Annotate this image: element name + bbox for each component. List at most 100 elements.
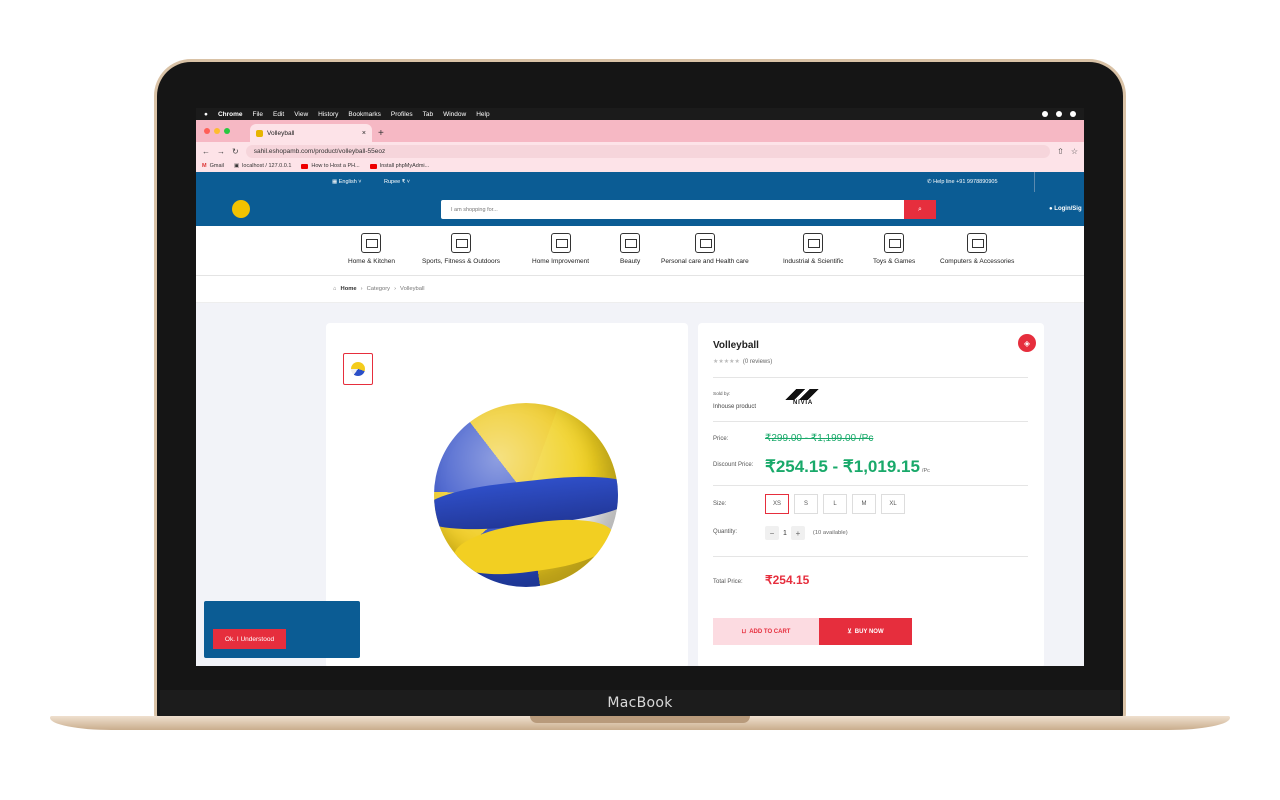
apple-icon[interactable]: ●	[204, 111, 208, 118]
bookmark-localhost[interactable]: ▣ localhost / 127.0.0.1	[234, 163, 291, 169]
quantity-value[interactable]: 1	[783, 530, 787, 537]
add-to-cart-button[interactable]: ⊔ ADD TO CART	[713, 618, 819, 645]
bookmark-label: How to Host a PH...	[311, 163, 360, 169]
menu-history[interactable]: History	[318, 111, 338, 118]
maximize-window-icon[interactable]	[224, 128, 230, 134]
category-home-kitchen[interactable]: Home & Kitchen	[348, 233, 395, 265]
search-box: I am shopping for... ⌕	[441, 200, 936, 219]
bookmark-youtube-2[interactable]: Install phpMyAdmi...	[369, 163, 430, 169]
size-options: XS S L M XL	[765, 494, 905, 514]
quantity-increase-button[interactable]: +	[790, 526, 805, 540]
search-button[interactable]: ⌕	[904, 200, 936, 219]
helpline: ✆ Help line +91 9978890905	[927, 179, 998, 185]
size-option-m[interactable]: M	[852, 494, 876, 514]
youtube-icon	[301, 163, 309, 169]
bookmarks-bar: M Gmail ▣ localhost / 127.0.0.1 How to Hos…	[196, 160, 1084, 172]
macos-menubar: ● Chrome File Edit View History Bookmark…	[196, 108, 1084, 120]
status-icons	[1042, 111, 1076, 117]
youtube-icon	[369, 163, 377, 169]
share-icon[interactable]: ⇧	[1057, 147, 1064, 156]
tab-close-icon[interactable]: ×	[362, 130, 366, 137]
menu-help[interactable]: Help	[476, 111, 489, 118]
personal-care-icon	[694, 233, 715, 253]
star-icons: ★★★★★	[713, 359, 740, 365]
category-beauty[interactable]: Beauty	[620, 233, 640, 265]
flag-icon: ▦	[332, 179, 339, 185]
cart-icon: ⊻	[847, 629, 852, 635]
menu-window[interactable]: Window	[443, 111, 466, 118]
seller-name: Inhouse product	[713, 404, 757, 410]
category-label: Industrial & Scientific	[783, 258, 844, 265]
category-toys[interactable]: Toys & Games	[873, 233, 915, 265]
wifi-icon[interactable]	[1056, 111, 1062, 117]
product-thumbnail[interactable]	[343, 353, 373, 385]
category-nav: Home & Kitchen Sports, Fitness & Outdoor…	[196, 226, 1084, 276]
minimize-window-icon[interactable]	[214, 128, 220, 134]
industrial-icon	[803, 233, 824, 253]
reload-icon[interactable]: ↻	[232, 147, 239, 156]
tab-title: Volleyball	[267, 129, 295, 137]
breadcrumb-current: Volleyball	[400, 286, 425, 292]
bookmark-star-icon[interactable]: ☆	[1071, 147, 1078, 156]
cookie-banner: Ok. I Understood	[204, 601, 360, 658]
close-window-icon[interactable]	[204, 128, 210, 134]
brand-logo[interactable]: NIVIA	[782, 389, 824, 411]
category-home-improvement[interactable]: Home Improvement	[532, 233, 589, 265]
bookmark-youtube-1[interactable]: How to Host a PH...	[301, 163, 360, 169]
size-option-l[interactable]: L	[823, 494, 847, 514]
quantity-decrease-button[interactable]: −	[765, 526, 779, 540]
address-bar-row: ← → ↻ sahil.eshopamb.com/product/volleyb…	[196, 142, 1084, 160]
site-logo[interactable]	[228, 198, 268, 220]
computer-icon	[967, 233, 988, 253]
menu-file[interactable]: File	[253, 111, 263, 118]
breadcrumb: ⌂ Home › Category › Volleyball	[196, 276, 1084, 303]
category-computers[interactable]: Computers & Accessories	[940, 233, 1014, 265]
forward-icon[interactable]: →	[217, 147, 225, 156]
buy-now-button[interactable]: ⊻ BUY NOW	[819, 618, 912, 645]
search-icon[interactable]	[1070, 111, 1076, 117]
product-image[interactable]	[434, 403, 618, 587]
breadcrumb-home[interactable]: Home	[341, 286, 357, 292]
divider	[1034, 172, 1035, 192]
size-option-xs[interactable]: XS	[765, 494, 789, 514]
logo-icon	[232, 200, 250, 218]
price-unit: /Pc	[921, 468, 930, 474]
category-label: Toys & Games	[873, 258, 916, 265]
bookmark-gmail[interactable]: M Gmail	[202, 163, 224, 169]
tab-strip: Volleyball × +	[196, 120, 1084, 142]
discount-price-value: ₹254.15 - ₹1,019.15	[765, 457, 920, 476]
category-label: Home Improvement	[532, 258, 590, 265]
screen: ● Chrome File Edit View History Bookmark…	[196, 108, 1084, 666]
laptop-notch	[530, 716, 750, 723]
bookmark-label: Install phpMyAdmi...	[379, 163, 430, 169]
new-tab-button[interactable]: +	[378, 128, 384, 139]
category-personal-care[interactable]: Personal care and Health care	[661, 233, 749, 265]
back-icon[interactable]: ←	[202, 147, 210, 156]
gmail-icon: M	[202, 163, 207, 169]
language-select[interactable]: ▦ English ˅	[332, 179, 362, 185]
sports-icon	[451, 233, 472, 253]
menu-profiles[interactable]: Profiles	[391, 111, 413, 118]
category-sports[interactable]: Sports, Fitness & Outdoors	[422, 233, 500, 265]
size-option-s[interactable]: S	[794, 494, 818, 514]
window-controls	[204, 128, 230, 134]
category-industrial[interactable]: Industrial & Scientific	[783, 233, 843, 265]
menu-app[interactable]: Chrome	[218, 111, 243, 118]
status-icon[interactable]	[1042, 111, 1048, 117]
menu-tab[interactable]: Tab	[423, 111, 433, 118]
cookie-accept-button[interactable]: Ok. I Understood	[213, 629, 286, 649]
tag-icon[interactable]: ◈	[1018, 334, 1036, 352]
currency-select[interactable]: Rupee ₹ ˅	[384, 179, 410, 185]
search-input[interactable]: I am shopping for...	[441, 200, 904, 219]
breadcrumb-category[interactable]: Category	[367, 286, 391, 292]
brand-name: NIVIA	[792, 400, 813, 406]
menu-bookmarks[interactable]: Bookmarks	[348, 111, 381, 118]
menu-edit[interactable]: Edit	[273, 111, 284, 118]
browser-tab[interactable]: Volleyball ×	[250, 124, 372, 142]
product-gallery	[326, 323, 688, 666]
url-input[interactable]: sahil.eshopamb.com/product/volleyball-55…	[245, 144, 1051, 158]
size-option-xl[interactable]: XL	[881, 494, 905, 514]
login-link[interactable]: ● Login/Sig	[1049, 206, 1082, 212]
menu-view[interactable]: View	[294, 111, 308, 118]
add-to-cart-label: ADD TO CART	[749, 628, 791, 635]
